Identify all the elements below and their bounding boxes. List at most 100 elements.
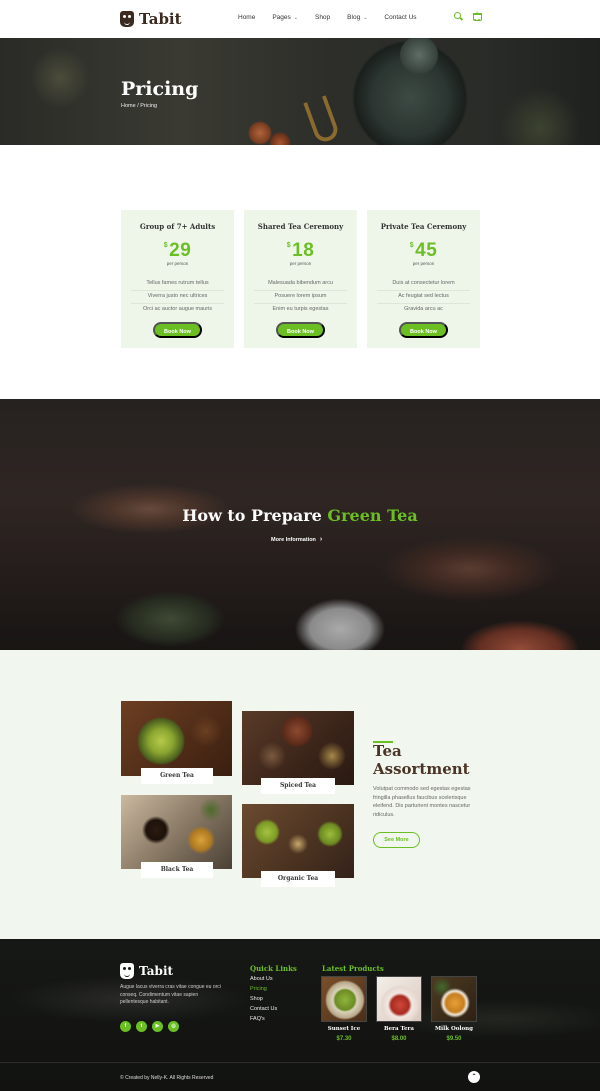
product-name: Milk Oolong <box>434 1026 474 1032</box>
nav-item-blog[interactable]: Blog ⌄ <box>347 14 367 21</box>
assortment-section <box>0 650 600 939</box>
pricing-card-title: Private Tea Ceremony <box>380 222 467 231</box>
footer-divider <box>0 1062 600 1063</box>
more-information-label: More Information <box>271 536 316 543</box>
chevron-right-icon: › <box>319 536 323 543</box>
facebook-icon[interactable]: f <box>120 1021 131 1032</box>
tile-label[interactable]: Organic Tea <box>261 871 335 887</box>
dribbble-icon[interactable]: ◎ <box>168 1021 179 1032</box>
prepare-banner: How to Prepare Green Tea More Informatio… <box>0 399 600 650</box>
more-information-link[interactable]: More Information › <box>271 536 322 543</box>
pricing-feature: Viverra justo nec ultrices <box>131 293 224 304</box>
chevron-down-icon: ⌄ <box>363 14 368 21</box>
pricing-card-group: Group of 7+ Adults $29 per person Tellus… <box>121 210 234 348</box>
pricing-feature: Tellus fames rutrum tellus <box>131 280 224 291</box>
search-icon[interactable] <box>454 12 463 21</box>
pricing-feature: Posuere lorem ipsum <box>254 293 347 304</box>
site-header: Tabit Home Pages ⌄ Shop Blog ⌄ Contact Us … <box>0 0 600 38</box>
book-now-button[interactable]: Book Now <box>399 322 448 338</box>
product-card[interactable]: Bera Tera $8.00 <box>376 976 422 1042</box>
banner-title-highlight: Green Tea <box>327 506 418 525</box>
main-nav: Home Pages ⌄ Shop Blog ⌄ Contact Us <box>238 14 434 21</box>
tile-black-tea[interactable] <box>121 795 232 869</box>
product-image <box>321 976 367 1022</box>
pricing-feature: Duis at consectetur lorem <box>377 280 470 291</box>
nav-label: Pages <box>272 14 291 21</box>
organic-tea-image <box>242 804 354 878</box>
pricing-card-period: per person <box>289 261 312 266</box>
spiced-tea-image <box>242 711 354 785</box>
pricing-card-price: $45 <box>367 240 480 262</box>
assortment-title-line: Tea <box>373 742 402 760</box>
price-value: 29 <box>169 240 192 261</box>
tile-organic-tea[interactable] <box>242 804 354 878</box>
social-links: f t ▶ ◎ <box>120 1021 179 1032</box>
book-now-button[interactable]: Book Now <box>153 322 202 338</box>
page-title: Pricing <box>121 78 199 100</box>
logo-icon <box>120 11 134 27</box>
pricing-card-price: $29 <box>121 240 234 262</box>
nav-item-home[interactable]: Home <box>238 14 255 21</box>
banner-title-text: How to Prepare <box>182 506 328 525</box>
book-now-button[interactable]: Book Now <box>276 322 325 338</box>
tile-label[interactable]: Spiced Tea <box>261 778 335 794</box>
logo-icon <box>120 963 134 979</box>
product-card[interactable]: Milk Oolong $9.50 <box>431 976 477 1042</box>
footer-about-text: Augue lacus viverra cras vitae congue eu… <box>120 984 221 1005</box>
pricing-feature: Orci ac auctor augue mauris <box>142 306 213 312</box>
assortment-title-line: Assortment <box>373 760 470 778</box>
tile-green-tea[interactable] <box>121 701 232 776</box>
tile-spiced-tea[interactable] <box>242 711 354 785</box>
nav-item-pages[interactable]: Pages ⌄ <box>272 14 298 21</box>
site-footer <box>0 939 600 1091</box>
price-value: 45 <box>415 240 438 261</box>
footer-link-faq[interactable]: FAQ's <box>250 1016 277 1026</box>
footer-link-pricing[interactable]: Pricing <box>250 986 277 996</box>
tile-label[interactable]: Green Tea <box>141 768 213 784</box>
breadcrumb[interactable]: Home / Pricing <box>121 103 157 109</box>
pricing-feature: Enim eu turpis egestas <box>272 306 329 312</box>
teapot-spout-image <box>303 95 341 145</box>
tile-label[interactable]: Black Tea <box>141 862 213 878</box>
pricing-feature: Ac feugiat sed lectus <box>377 293 470 304</box>
product-price: $7.30 <box>336 1036 352 1042</box>
product-image <box>376 976 422 1022</box>
quick-links-heading: Quick Links <box>250 964 297 973</box>
pricing-feature: Gravida arcu ac <box>404 306 443 312</box>
latest-products-heading: Latest Products <box>322 964 384 973</box>
currency-symbol: $ <box>409 242 415 249</box>
pricing-card-shared: Shared Tea Ceremony $18 per person Males… <box>244 210 357 348</box>
product-name: Sunset Ice <box>327 1026 361 1032</box>
logo[interactable]: Tabit <box>120 10 182 28</box>
pricing-card-private: Private Tea Ceremony $45 per person Duis… <box>367 210 480 348</box>
green-tea-image <box>121 701 232 776</box>
footer-link-about[interactable]: About Us <box>250 976 277 986</box>
product-price: $8.00 <box>391 1036 407 1042</box>
pricing-card-price: $18 <box>244 240 357 262</box>
black-tea-image <box>121 795 232 869</box>
nav-label: Blog <box>347 14 361 21</box>
pricing-section: Group of 7+ Adults $29 per person Tellus… <box>121 210 480 348</box>
pricing-feature: Malesuada bibendum arcu <box>254 280 347 291</box>
twitter-icon[interactable]: t <box>136 1021 147 1032</box>
chevron-down-icon: ⌄ <box>293 14 298 21</box>
pricing-card-title: Group of 7+ Adults <box>139 222 216 231</box>
nav-label: Home <box>238 14 256 21</box>
logo-text: Tabit <box>139 10 182 28</box>
nav-item-shop[interactable]: Shop <box>315 14 330 21</box>
currency-symbol: $ <box>286 242 292 249</box>
youtube-icon[interactable]: ▶ <box>152 1021 163 1032</box>
teapot-image <box>400 38 438 74</box>
see-more-button[interactable]: See More <box>373 832 420 848</box>
product-image <box>431 976 477 1022</box>
footer-link-contact[interactable]: Contact Us <box>250 1006 277 1016</box>
footer-logo-text: Tabit <box>139 964 174 978</box>
footer-link-shop[interactable]: Shop <box>250 996 277 1006</box>
page-hero: Pricing Home / Pricing <box>0 38 600 145</box>
footer-logo[interactable]: Tabit <box>120 963 173 979</box>
back-to-top-button[interactable]: ⌃ <box>468 1071 480 1083</box>
nav-item-contact[interactable]: Contact Us <box>384 14 416 21</box>
product-card[interactable]: Sunset Ice $7.30 <box>321 976 367 1042</box>
nav-label: Contact Us <box>384 14 417 21</box>
currency-symbol: $ <box>163 242 169 249</box>
